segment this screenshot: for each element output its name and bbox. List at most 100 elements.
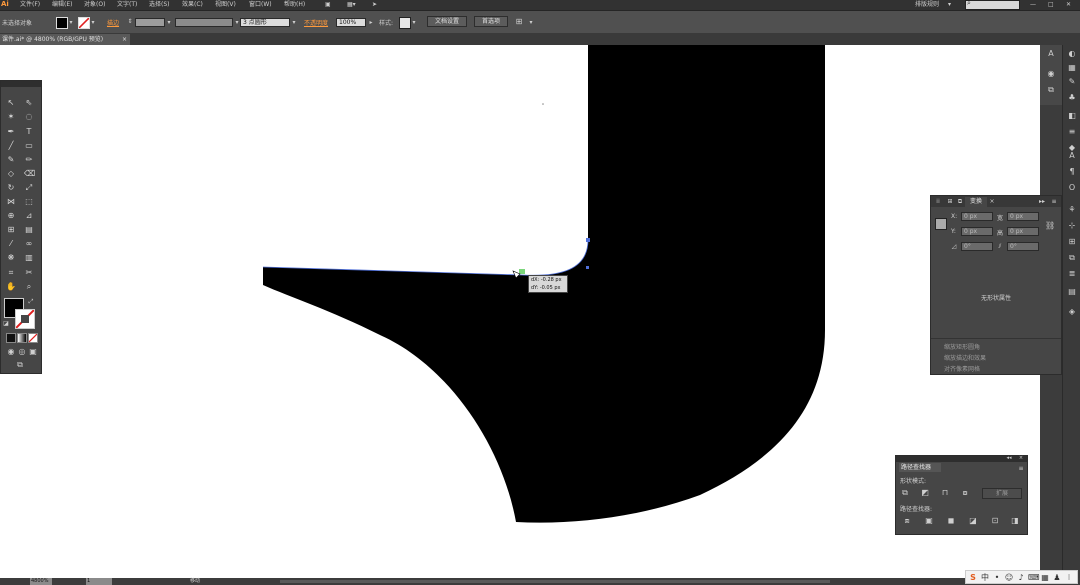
minus-back-icon[interactable]: ◨ [1010, 516, 1020, 525]
pathfinder-panel-icon[interactable]: ⧉ [1067, 253, 1077, 262]
lasso-tool-icon[interactable]: ◌ [24, 112, 34, 122]
rectangle-tool-icon[interactable]: ▭ [24, 141, 34, 151]
rotate-tool-icon[interactable]: ↻ [6, 183, 16, 193]
image-trace-icon[interactable]: ⧉ [1046, 85, 1056, 94]
brush-dropdown-icon[interactable]: ▾ [289, 18, 299, 27]
horizontal-scrollbar[interactable] [280, 580, 830, 583]
layers-panel-icon[interactable]: ◧ [1067, 111, 1077, 120]
control-menu-icon[interactable]: ▾ [526, 18, 536, 27]
stroke-weight-dropdown-icon[interactable]: ▾ [164, 18, 174, 27]
free-transform-tool-icon[interactable]: ⬚ [24, 197, 34, 207]
line-tool-icon[interactable]: ╱ [6, 141, 16, 151]
align-panel-icon[interactable]: ⊞ [1067, 237, 1077, 246]
workspace-dropdown-icon[interactable]: ▾ [948, 0, 951, 9]
opacity-label[interactable]: 不透明度 [304, 18, 328, 27]
screen-mode-icon[interactable]: ⧉ [15, 360, 25, 369]
search-input[interactable]: ⌕ [965, 0, 1020, 10]
unite-icon[interactable]: ⧉ [900, 488, 910, 497]
width-field[interactable]: 0 px [1007, 212, 1039, 221]
height-field[interactable]: 0 px [1007, 227, 1039, 236]
send-icon[interactable]: ➤ [372, 0, 377, 9]
ime-menu-icon[interactable]: ⁝ [1064, 573, 1074, 582]
artboard-navigation-field[interactable]: 1 [86, 578, 112, 585]
color-mode-icon[interactable] [6, 333, 16, 343]
crop-icon[interactable]: ◪ [968, 516, 978, 525]
zoom-field[interactable]: 4800% [30, 578, 52, 585]
panel-menu-icon[interactable]: ≡ [1016, 464, 1026, 473]
ime-skin-icon[interactable]: ▦ [1040, 573, 1050, 582]
menu-object[interactable]: 对象(O) [84, 0, 105, 9]
artboard-tool-icon[interactable]: ⌗ [6, 268, 16, 278]
opacity-arrow-icon[interactable]: ▸ [366, 18, 376, 27]
menu-edit[interactable]: 编辑(E) [52, 0, 72, 9]
stroke-dropdown-icon[interactable]: ▾ [88, 18, 98, 27]
menu-help[interactable]: 帮助(H) [284, 0, 305, 9]
variable-width-profile[interactable] [175, 18, 233, 27]
draw-inside-icon[interactable]: ▣ [28, 347, 38, 356]
draw-normal-icon[interactable]: ◉ [6, 347, 16, 356]
preferences-button[interactable]: 首选项 [474, 16, 508, 27]
type-tool-icon[interactable]: T [24, 127, 34, 137]
ime-language-icon[interactable]: 中 [980, 573, 990, 582]
opacity-field[interactable]: 100% [336, 18, 366, 27]
blend-tool-icon[interactable]: ∞ [24, 239, 34, 249]
brushes-panel-icon[interactable]: ✎ [1067, 77, 1077, 86]
minus-front-icon[interactable]: ◩ [920, 488, 930, 497]
eyedropper-tool-icon[interactable]: ⁄ [6, 239, 16, 249]
scale-tool-icon[interactable]: ⤢ [24, 183, 34, 193]
angle-field[interactable]: 0° [961, 242, 993, 251]
magic-wand-tool-icon[interactable]: ✶ [6, 112, 16, 122]
arrange-documents-icon[interactable]: ▦▾ [347, 0, 356, 9]
canvas[interactable] [0, 45, 1040, 578]
appearance-icon[interactable]: ◉ [1046, 69, 1056, 78]
links-panel-icon[interactable]: ▤ [1067, 287, 1077, 296]
align-tab-icon[interactable]: ⊞ [945, 197, 955, 206]
shear-field[interactable]: 0° [1007, 242, 1039, 251]
close-tab-icon[interactable]: × [122, 34, 127, 45]
swap-fill-stroke-icon[interactable]: ⤢ [26, 297, 36, 306]
artboards-panel-icon[interactable]: ≣ [1067, 269, 1077, 278]
y-field[interactable]: 0 px [961, 227, 993, 236]
pathfinder-panel-header[interactable]: ◂◂ × [896, 454, 1027, 463]
stroke-label[interactable]: 描边 [107, 18, 119, 27]
ime-keyboard-icon[interactable]: ⌨ [1028, 573, 1040, 582]
transform-panel-icon[interactable]: ⊹ [1067, 221, 1077, 230]
ime-tools-icon[interactable]: ♟ [1052, 573, 1062, 582]
close-panel-icon[interactable]: × [1016, 454, 1026, 463]
document-setup-button[interactable]: 文档设置 [427, 16, 467, 27]
stroke-weight-stepper-icon[interactable]: ⇕ [125, 17, 135, 26]
menu-view[interactable]: 视图(V) [215, 0, 236, 9]
mesh-tool-icon[interactable]: ⊞ [6, 225, 16, 235]
column-graph-tool-icon[interactable]: ▥ [24, 253, 34, 263]
reference-point-icon[interactable] [935, 218, 947, 230]
menu-type[interactable]: 文字(T) [117, 0, 137, 9]
draw-behind-icon[interactable]: ◎ [17, 347, 27, 356]
symbol-sprayer-tool-icon[interactable]: ❋ [6, 253, 16, 263]
maximize-window-icon[interactable]: □ [1048, 0, 1054, 9]
none-mode-icon[interactable] [28, 333, 38, 343]
color-panel-icon[interactable]: ◐ [1067, 49, 1077, 58]
hand-tool-icon[interactable]: ✋ [6, 282, 16, 292]
option-scale-strokes[interactable]: 缩放描边和效果 [944, 353, 986, 362]
gradient-mode-icon[interactable] [17, 333, 27, 343]
divide-icon[interactable]: ⧈ [902, 516, 912, 525]
slice-tool-icon[interactable]: ✂ [24, 268, 34, 278]
stroke-panel-icon[interactable]: ≡ [1067, 127, 1077, 136]
shape-builder-tool-icon[interactable]: ⊕ [6, 211, 16, 221]
bridge-icon[interactable]: ▣ [325, 0, 331, 9]
eraser-tool-icon[interactable]: ⌫ [24, 169, 35, 179]
paragraph-panel-icon[interactable]: ¶ [1067, 167, 1077, 176]
outline-icon[interactable]: ⊡ [990, 516, 1000, 525]
menu-effect[interactable]: 效果(C) [182, 0, 203, 9]
pencil-tool-icon[interactable]: ✏ [24, 155, 34, 165]
stroke-weight-field[interactable] [135, 18, 165, 27]
ime-punctuation-icon[interactable]: • [992, 573, 1002, 582]
option-scale-corners[interactable]: 缩放矩形圆角 [944, 342, 980, 351]
minimize-window-icon[interactable]: — [1030, 0, 1036, 9]
zoom-tool-icon[interactable]: ⌕ [24, 282, 34, 292]
menu-window[interactable]: 窗口(W) [249, 0, 272, 9]
opentype-panel-icon[interactable]: O [1067, 183, 1077, 192]
tools-panel-header[interactable] [1, 81, 41, 87]
stroke-color-box[interactable] [15, 309, 35, 329]
pathfinder-tab[interactable]: 路径查找器 [899, 463, 941, 472]
